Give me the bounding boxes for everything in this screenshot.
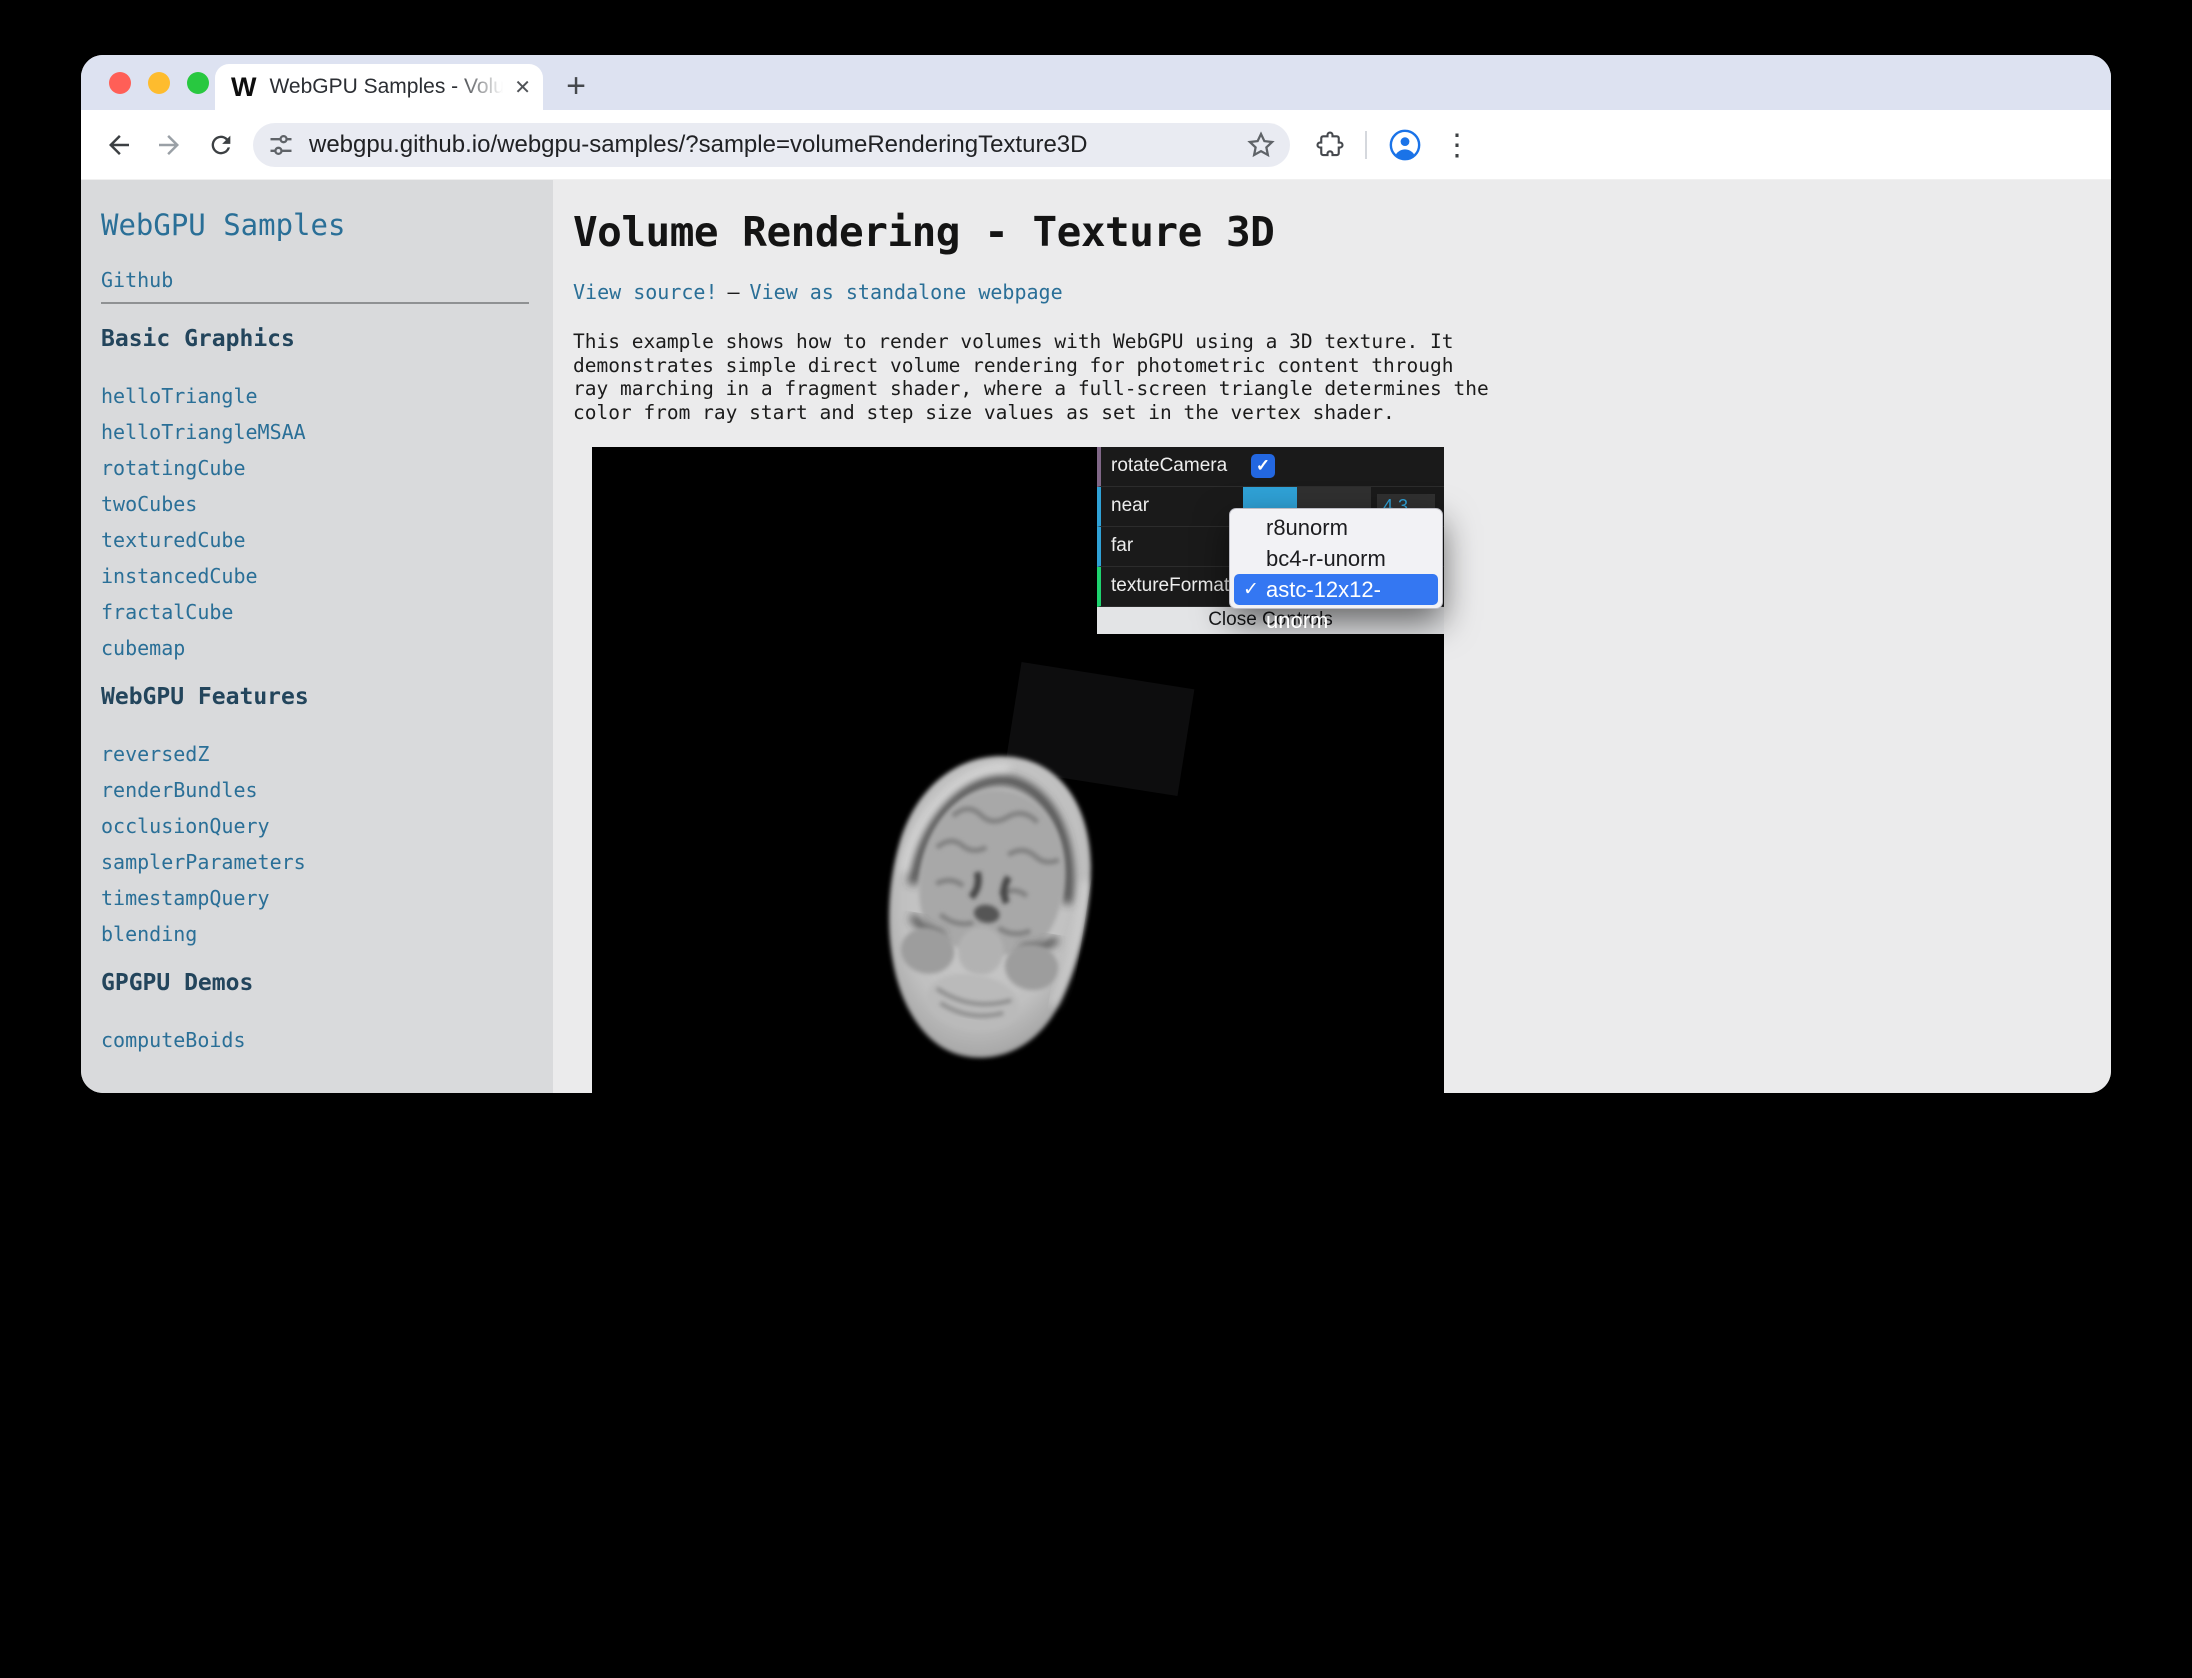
back-button[interactable]: [97, 123, 141, 167]
profile-button[interactable]: [1383, 123, 1427, 167]
sidebar-nav: WebGPU Samples Github Basic Graphics hel…: [81, 180, 553, 1093]
far-label: far: [1101, 535, 1243, 557]
description-line: ray marching in a fragment shader, where…: [573, 377, 2081, 401]
new-tab-button[interactable]: +: [555, 65, 597, 107]
sidebar-item-helloTriangle[interactable]: helloTriangle: [101, 384, 553, 408]
sidebar-item-reversedZ[interactable]: reversedZ: [101, 742, 553, 766]
description-line: This example shows how to render volumes…: [573, 330, 2081, 354]
back-icon: [104, 130, 134, 160]
dropdown-option-astc-12x12-unorm[interactable]: ✓ astc-12x12-unorm: [1234, 574, 1438, 605]
section-heading-gpgpu-demos: GPGPU Demos: [101, 970, 553, 996]
checkmark-icon: ✓: [1243, 574, 1259, 605]
traffic-lights: [109, 72, 209, 94]
tab-close-icon[interactable]: ✕: [514, 75, 531, 100]
sidebar-item-helloTriangleMSAA[interactable]: helloTriangleMSAA: [101, 420, 553, 444]
sidebar-item-twoCubes[interactable]: twoCubes: [101, 492, 553, 516]
sample-main: Volume Rendering - Texture 3D View sourc…: [553, 180, 2111, 1093]
close-window-button[interactable]: [109, 72, 131, 94]
sidebar-item-texturedCube[interactable]: texturedCube: [101, 528, 553, 552]
sidebar-item-renderBundles[interactable]: renderBundles: [101, 778, 553, 802]
site-title: WebGPU Samples: [101, 208, 553, 242]
sidebar-item-blending[interactable]: blending: [101, 922, 553, 946]
page-content: WebGPU Samples Github Basic Graphics hel…: [81, 180, 2111, 1093]
sidebar-item-timestampQuery[interactable]: timestampQuery: [101, 886, 553, 910]
dropdown-option-r8unorm[interactable]: r8unorm: [1230, 512, 1442, 543]
view-source-link[interactable]: View source!: [573, 280, 718, 304]
menu-kebab-icon[interactable]: ⋮: [1435, 123, 1479, 167]
sidebar-divider: [101, 302, 529, 304]
section-heading-webgpu-features: WebGPU Features: [101, 684, 553, 710]
forward-button[interactable]: [147, 123, 191, 167]
sidebar-item-instancedCube[interactable]: instancedCube: [101, 564, 553, 588]
reload-icon: [207, 131, 235, 159]
forward-icon: [154, 130, 184, 160]
sidebar-item-rotatingCube[interactable]: rotatingCube: [101, 456, 553, 480]
page-title: Volume Rendering - Texture 3D: [573, 208, 2081, 256]
near-label: near: [1101, 495, 1243, 517]
url-text: webgpu.github.io/webgpu-samples/?sample=…: [309, 131, 1246, 159]
browser-tab[interactable]: W WebGPU Samples - Volume R ✕: [215, 64, 543, 110]
toolbar-separator: [1365, 131, 1367, 159]
webgpu-favicon-icon: W: [231, 72, 256, 103]
section-heading-basic-graphics: Basic Graphics: [101, 326, 553, 352]
dropdown-option-bc4-r-unorm[interactable]: bc4-r-unorm: [1230, 543, 1442, 574]
address-bar[interactable]: webgpu.github.io/webgpu-samples/?sample=…: [253, 123, 1290, 167]
checkmark-icon: ✓: [1256, 456, 1270, 476]
webgpu-canvas[interactable]: rotateCamera ✓ near 4.3 far texture: [592, 447, 1444, 1093]
gui-row-rotate-camera: rotateCamera ✓: [1097, 447, 1444, 487]
browser-toolbar: webgpu.github.io/webgpu-samples/?sample=…: [81, 110, 2111, 180]
tab-strip: W WebGPU Samples - Volume R ✕ +: [81, 55, 2111, 110]
sidebar-item-occlusionQuery[interactable]: occlusionQuery: [101, 814, 553, 838]
dat-gui-panel: rotateCamera ✓ near 4.3 far texture: [1097, 447, 1444, 634]
profile-avatar-icon: [1388, 128, 1422, 162]
sidebar-item-computeBoids[interactable]: computeBoids: [101, 1028, 553, 1052]
texture-format-label: textureFormat: [1101, 575, 1243, 597]
sample-links-row: View source! — View as standalone webpage: [573, 280, 2081, 304]
brain-mri-image: [812, 725, 1164, 1087]
sidebar-item-samplerParameters[interactable]: samplerParameters: [101, 850, 553, 874]
sidebar-item-fractalCube[interactable]: fractalCube: [101, 600, 553, 624]
texture-format-dropdown: r8unorm bc4-r-unorm ✓ astc-12x12-unorm: [1229, 508, 1443, 609]
sample-description: This example shows how to render volumes…: [573, 330, 2081, 425]
github-link[interactable]: Github: [101, 268, 553, 292]
description-line: color from ray start and step size value…: [573, 401, 2081, 425]
tab-title: WebGPU Samples - Volume R: [269, 75, 508, 99]
link-separator: —: [728, 280, 740, 304]
extensions-puzzle-icon: [1315, 130, 1345, 160]
minimize-window-button[interactable]: [148, 72, 170, 94]
site-info-icon[interactable]: [267, 131, 295, 159]
rotate-camera-checkbox[interactable]: ✓: [1251, 454, 1275, 478]
sidebar-item-cubemap[interactable]: cubemap: [101, 636, 553, 660]
bookmark-star-icon[interactable]: [1246, 130, 1276, 160]
reload-button[interactable]: [199, 123, 243, 167]
zoom-window-button[interactable]: [187, 72, 209, 94]
standalone-link[interactable]: View as standalone webpage: [750, 280, 1063, 304]
description-line: demonstrates simple direct volume render…: [573, 354, 2081, 378]
extensions-button[interactable]: [1308, 123, 1352, 167]
rotate-camera-label: rotateCamera: [1101, 455, 1243, 477]
browser-window: W WebGPU Samples - Volume R ✕ + webgpu.g…: [81, 55, 2111, 1093]
